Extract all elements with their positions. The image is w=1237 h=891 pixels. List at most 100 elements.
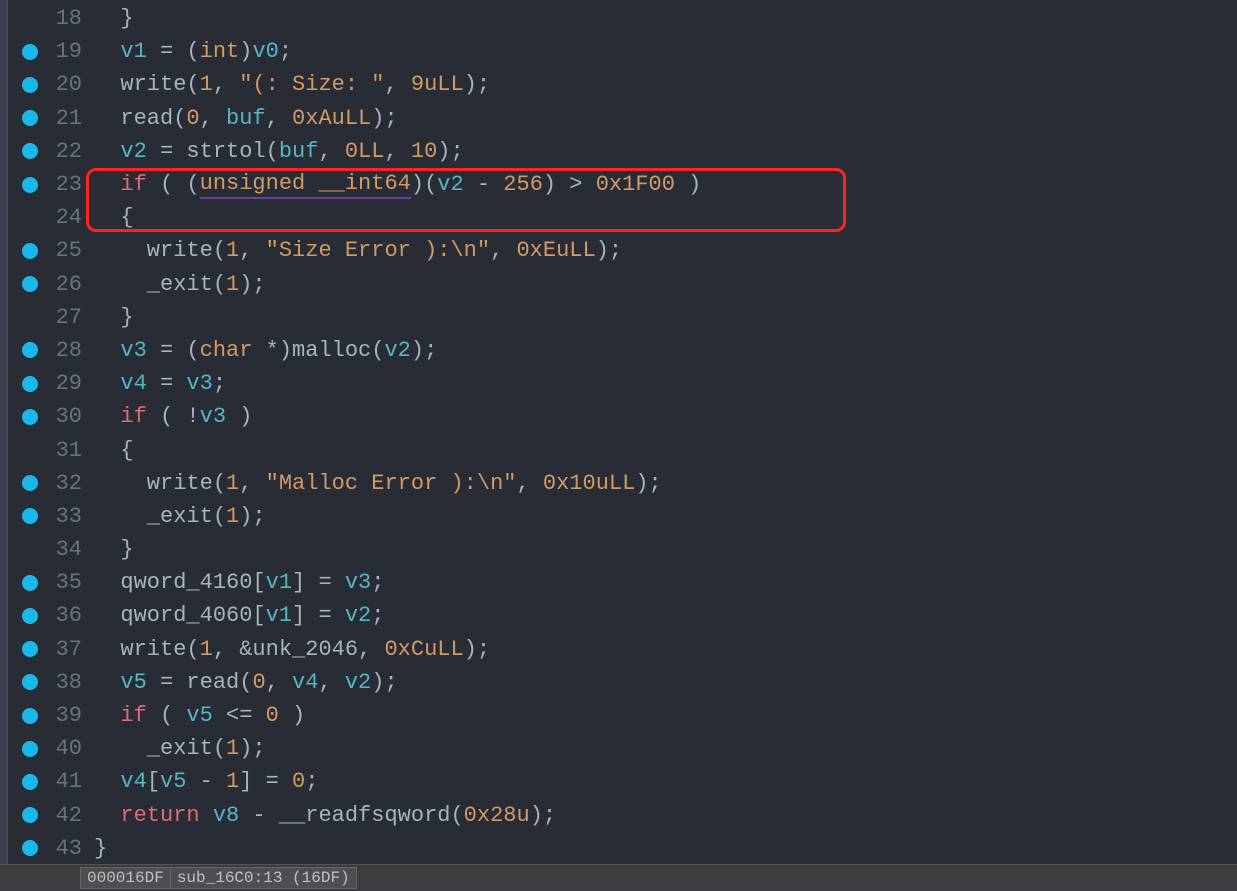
code-line[interactable]: read(0, buf, 0xAuLL); [90,102,1237,135]
breakpoint-dot-icon[interactable] [22,774,38,790]
breakpoint-dot-icon[interactable] [22,608,38,624]
code-line[interactable]: v1 = (int)v0; [90,35,1237,68]
breakpoint-dot-icon[interactable] [22,177,38,193]
code-token: v1 [266,570,292,595]
breakpoint-dot-icon[interactable] [22,409,38,425]
breakpoint-dot-icon[interactable] [22,77,38,93]
code-token: = ( [147,39,200,64]
code-line[interactable]: v3 = (char *)malloc(v2); [90,334,1237,367]
code-line[interactable]: write(1, "Size Error ):\n", 0xEuLL); [90,234,1237,267]
code-token: - [464,172,504,197]
breakpoint-dot-icon[interactable] [22,575,38,591]
gutter-row[interactable]: 36 [8,599,90,632]
code-line[interactable]: { [90,433,1237,466]
code-token: v2 [120,139,146,164]
breakpoint-dot-icon[interactable] [22,276,38,292]
gutter-row[interactable]: 30 [8,400,90,433]
gutter-row[interactable]: 23 [8,168,90,201]
code-token: )( [411,172,437,197]
code-line[interactable]: if ( v5 <= 0 ) [90,699,1237,732]
gutter-row[interactable]: 35 [8,566,90,599]
code-line[interactable]: write(1, "Malloc Error ):\n", 0x10uLL); [90,467,1237,500]
status-function: sub_16C0:13 (16DF) [170,867,357,889]
code-line[interactable]: write(1, "(: Size: ", 9uLL); [90,68,1237,101]
breakpoint-dot-icon[interactable] [22,807,38,823]
breakpoint-dot-icon[interactable] [22,110,38,126]
gutter-row[interactable]: 43 [8,832,90,865]
line-number: 26 [56,272,82,297]
gutter-row[interactable]: 20 [8,68,90,101]
code-line[interactable]: } [90,533,1237,566]
gutter-row[interactable]: 31 [8,433,90,466]
gutter-row[interactable]: 29 [8,367,90,400]
line-number-gutter[interactable]: 1819202122232425 26 27 282930313233 34 353637… [8,0,90,864]
breakpoint-dot-icon[interactable] [22,143,38,159]
breakpoint-dot-icon[interactable] [22,44,38,60]
code-line[interactable]: qword_4060[v1] = v2; [90,599,1237,632]
gutter-row[interactable]: 33 [8,500,90,533]
breakpoint-dot-icon[interactable] [22,641,38,657]
breakpoint-dot-icon[interactable] [22,243,38,259]
code-token: v4 [292,670,318,695]
code-line[interactable]: v4[v5 - 1] = 0; [90,765,1237,798]
code-line[interactable]: if ( (unsigned __int64)(v2 - 256) > 0x1F… [90,168,1237,201]
code-line[interactable]: _exit(1); [90,500,1237,533]
gutter-row[interactable]: 42 [8,799,90,832]
gutter-row[interactable]: 38 [8,666,90,699]
gutter-row[interactable]: 41 [8,765,90,798]
code-token: <= [213,703,266,728]
breakpoint-dot-icon[interactable] [22,342,38,358]
code-line[interactable]: _exit(1); [90,268,1237,301]
code-token: ); [239,736,265,761]
gutter-row[interactable]: 24 [8,201,90,234]
code-token: ) [279,703,305,728]
code-token: ) [675,172,701,197]
gutter-row[interactable]: 21 [8,102,90,135]
breakpoint-dot-icon[interactable] [22,840,38,856]
breakpoint-dot-icon[interactable] [22,674,38,690]
code-token: ); [635,471,661,496]
gutter-row[interactable]: 34 [8,533,90,566]
gutter-row[interactable]: 37 [8,633,90,666]
code-line[interactable]: v2 = strtol(buf, 0LL, 10); [90,135,1237,168]
code-line[interactable]: qword_4160[v1] = v3; [90,566,1237,599]
gutter-row[interactable]: 26 [8,268,90,301]
code-line[interactable]: { [90,201,1237,234]
code-line[interactable]: write(1, &unk_2046, 0xCuLL); [90,633,1237,666]
code-line[interactable]: } [90,832,1237,865]
code-line[interactable]: _exit(1); [90,732,1237,765]
gutter-row[interactable]: 27 [8,301,90,334]
code-token: _exit( [94,272,226,297]
breakpoint-dot-icon[interactable] [22,475,38,491]
line-number: 27 [56,305,82,330]
code-line[interactable]: if ( !v3 ) [90,400,1237,433]
breakpoint-dot-icon[interactable] [22,708,38,724]
code-line[interactable]: v5 = read(0, v4, v2); [90,666,1237,699]
breakpoint-dot-icon[interactable] [22,741,38,757]
code-token: "Malloc Error ):\n" [266,471,517,496]
code-line[interactable]: } [90,2,1237,35]
gutter-row[interactable]: 32 [8,467,90,500]
line-number: 34 [56,537,82,562]
code-line[interactable]: return v8 - __readfsqword(0x28u); [90,799,1237,832]
breakpoint-dot-icon[interactable] [22,376,38,392]
code-line[interactable]: v4 = v3; [90,367,1237,400]
gutter-row[interactable]: 25 [8,234,90,267]
code-area[interactable]: } v1 = (int)v0; write(1, "(: Size: ", 9u… [90,0,1237,864]
gutter-row[interactable]: 40 [8,732,90,765]
code-token [94,139,120,164]
gutter-row[interactable]: 28 [8,334,90,367]
code-token: ) > [543,172,596,197]
code-token: ; [305,769,318,794]
code-token [94,670,120,695]
gutter-row[interactable]: 18 [8,2,90,35]
code-token: , &unk_2046, [213,637,385,662]
code-token: ); [371,106,397,131]
code-token: ); [530,803,556,828]
breakpoint-dot-icon[interactable] [22,508,38,524]
code-line[interactable]: } [90,301,1237,334]
code-token: v8 [213,803,239,828]
gutter-row[interactable]: 19 [8,35,90,68]
gutter-row[interactable]: 22 [8,135,90,168]
gutter-row[interactable]: 39 [8,699,90,732]
